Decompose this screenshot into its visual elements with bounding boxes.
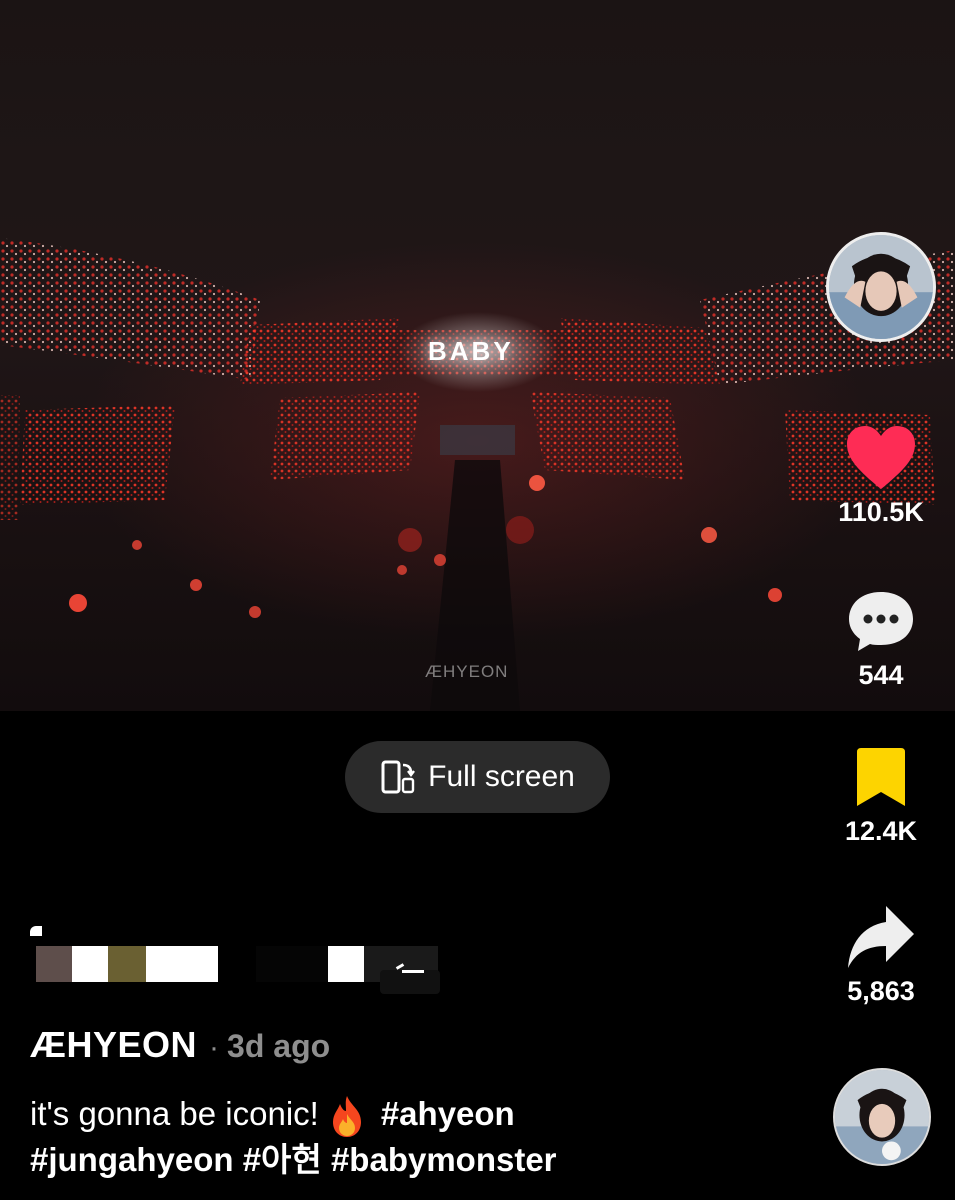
author-row: ÆHYEON · 3d ago (30, 1024, 330, 1066)
caption-graphic-blocks (30, 920, 450, 996)
save-button[interactable]: 12.4K (826, 748, 936, 847)
hashtag-babymonster[interactable]: #babymonster (331, 1141, 557, 1178)
comment-icon (849, 592, 913, 651)
hashtag-korean-ahyeon[interactable]: #아현 (243, 1141, 322, 1178)
sound-disc[interactable] (833, 1068, 931, 1166)
creator-avatar[interactable] (826, 232, 936, 342)
separator-dot: · (209, 1031, 220, 1064)
comment-button[interactable]: 544 (826, 588, 936, 691)
share-count: 5,863 (847, 976, 915, 1006)
share-arrow-icon (848, 906, 914, 968)
like-button[interactable]: 110.5K (826, 425, 936, 528)
video-player[interactable]: BABY ÆHYEON (0, 0, 955, 711)
bookmark-icon (857, 748, 905, 806)
creator-avatar-image (829, 235, 933, 339)
rotate-screen-icon (381, 760, 416, 794)
hashtag-jungahyeon[interactable]: #jungahyeon (30, 1141, 234, 1178)
heart-icon (847, 426, 915, 489)
author-name[interactable]: ÆHYEON (30, 1024, 197, 1066)
sound-disc-image (835, 1070, 929, 1164)
video-watermark: ÆHYEON (425, 662, 509, 681)
post-time: 3d ago (227, 1028, 331, 1064)
full-screen-button[interactable]: Full screen (345, 741, 610, 813)
stage-screen-text: BABY (428, 336, 514, 366)
caption-text: it's gonna be iconic! (30, 1095, 319, 1132)
comment-count: 544 (858, 660, 904, 690)
post-caption: it's gonna be iconic! #ahyeon #jungahyeon … (30, 1092, 670, 1182)
hashtag-ahyeon[interactable]: #ahyeon (381, 1095, 515, 1132)
fire-emoji-icon (332, 1096, 361, 1138)
like-count: 110.5K (838, 497, 924, 527)
full-screen-label: Full screen (428, 760, 575, 793)
share-button[interactable]: 5,863 (826, 904, 936, 1007)
save-count: 12.4K (844, 816, 918, 846)
